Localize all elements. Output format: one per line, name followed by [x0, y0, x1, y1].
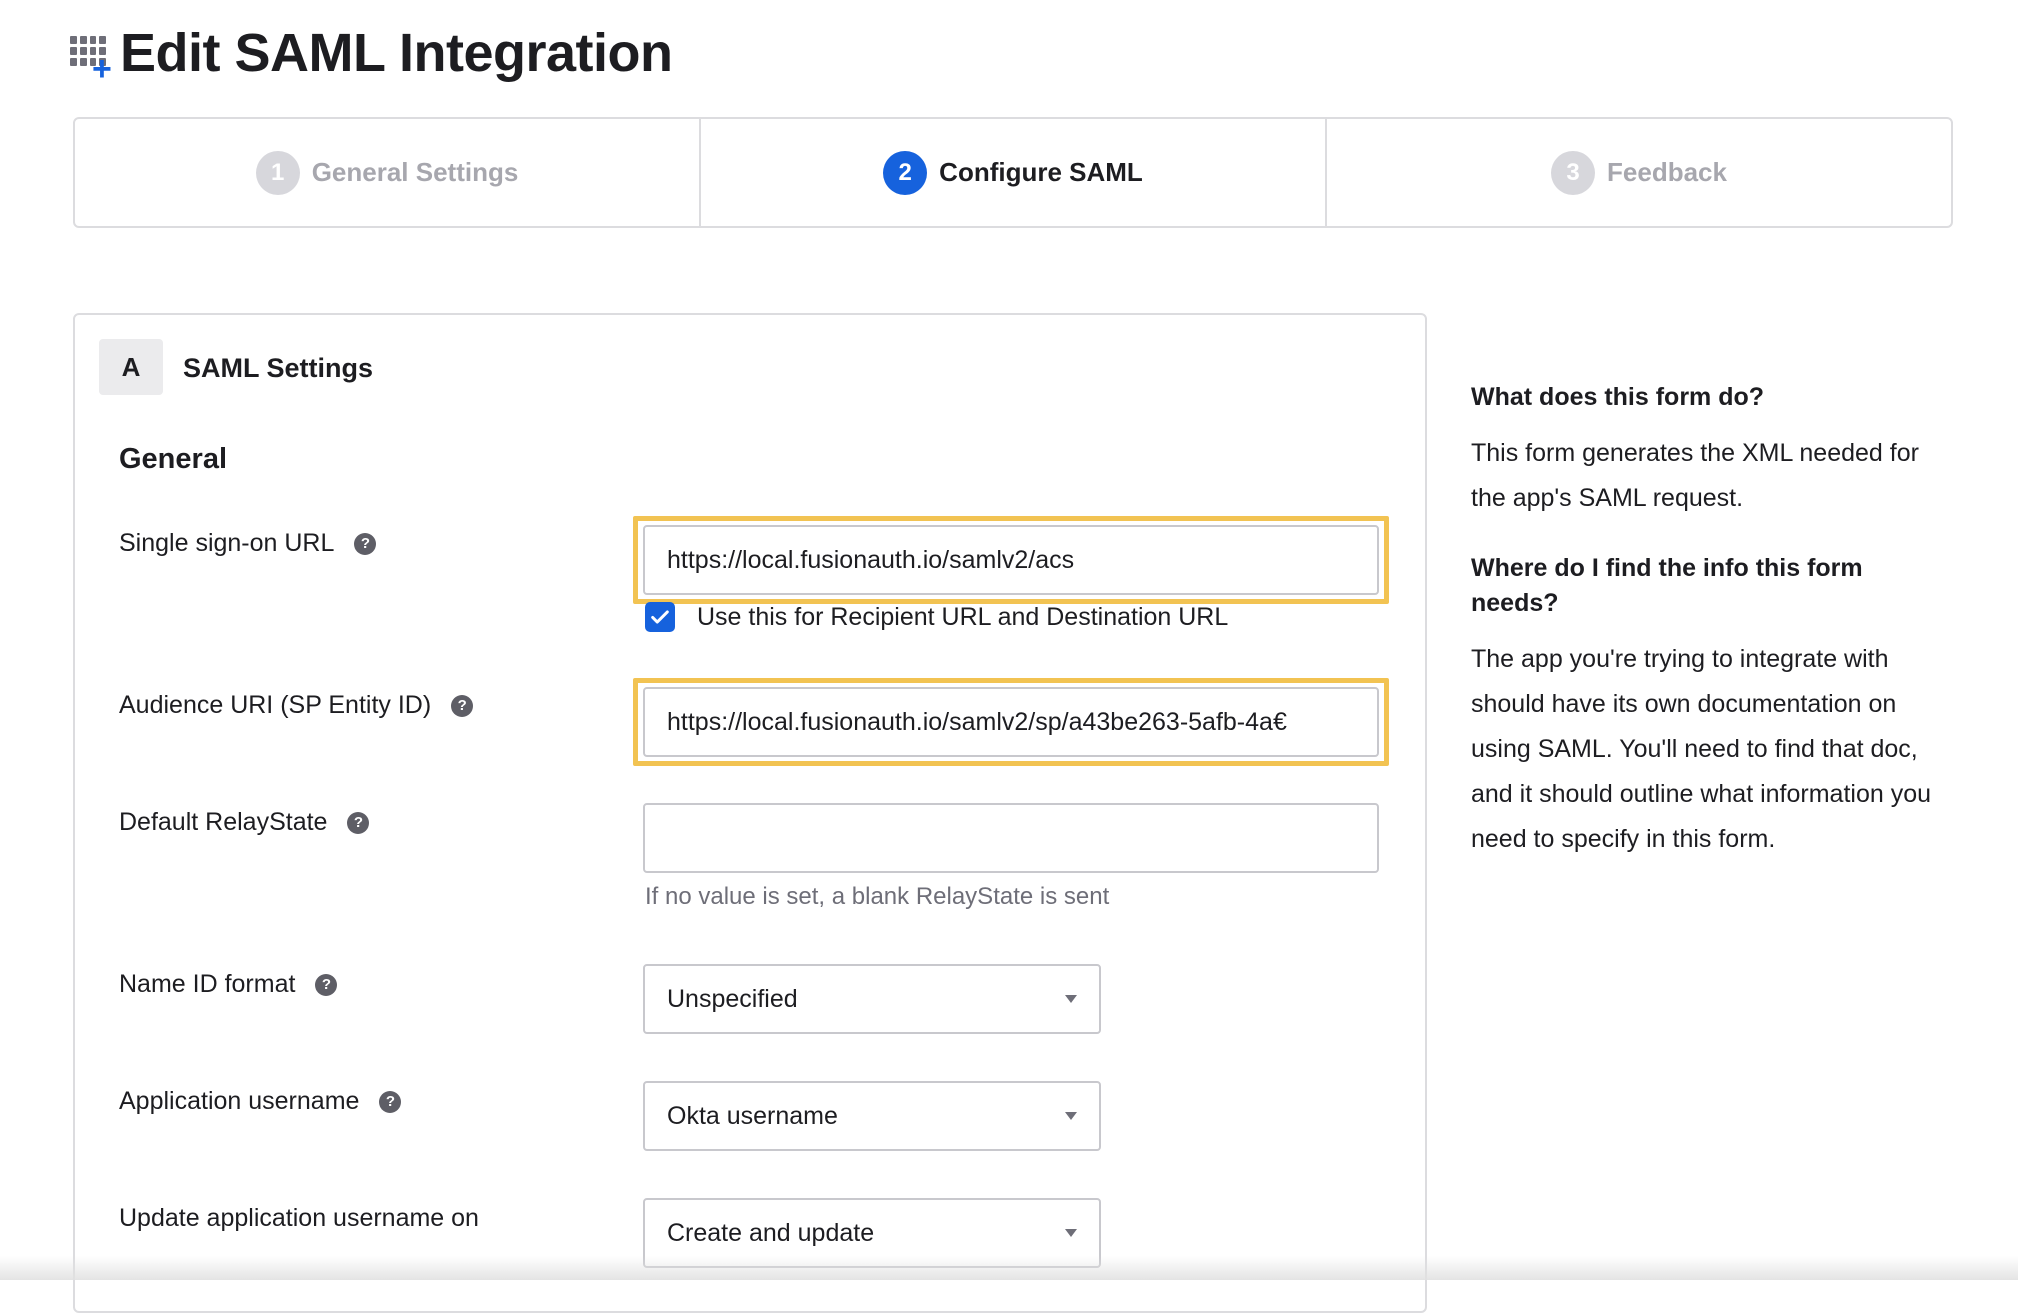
- name-id-format-select[interactable]: Unspecified: [643, 964, 1101, 1034]
- step-number: 1: [255, 150, 300, 195]
- wizard-steps: 1 General Settings 2 Configure SAML 3 Fe…: [73, 117, 1953, 228]
- help-icon[interactable]: ?: [354, 532, 377, 555]
- relay-state-input[interactable]: [643, 803, 1379, 873]
- saml-settings-card: A SAML Settings General Single sign-on U…: [73, 313, 1427, 1313]
- help-question-1: What does this form do?: [1471, 383, 1765, 411]
- audience-uri-input[interactable]: https://local.fusionauth.io/samlv2/sp/a4…: [643, 687, 1379, 757]
- help-icon[interactable]: ?: [379, 1090, 402, 1113]
- help-icon[interactable]: ?: [451, 694, 474, 717]
- chevron-down-icon: [1065, 995, 1077, 1003]
- chevron-down-icon: [1065, 1112, 1077, 1120]
- relay-state-hint: If no value is set, a blank RelayState i…: [645, 883, 1110, 910]
- step-number: 3: [1551, 150, 1596, 195]
- help-answer-1: This form generates the XML needed for t…: [1471, 439, 1919, 512]
- sso-url-label: Single sign-on URL ?: [119, 529, 377, 558]
- section-badge: A: [99, 339, 163, 395]
- name-id-format-label: Name ID format ?: [119, 970, 338, 999]
- help-question-2: Where do I find the info this form needs…: [1471, 554, 1863, 617]
- update-username-label: Update application username on: [119, 1204, 479, 1232]
- relay-state-label: Default RelayState ?: [119, 808, 370, 837]
- recipient-checkbox-row[interactable]: Use this for Recipient URL and Destinati…: [645, 602, 1228, 632]
- step-general-settings[interactable]: 1 General Settings: [75, 119, 701, 226]
- app-add-icon: +: [70, 28, 114, 86]
- help-icon[interactable]: ?: [315, 973, 338, 996]
- recipient-checkbox[interactable]: [645, 602, 675, 632]
- help-icon[interactable]: ?: [347, 811, 370, 834]
- help-sidebar: What does this form do? This form genera…: [1471, 380, 1951, 862]
- step-label: General Settings: [311, 157, 519, 187]
- step-configure-saml[interactable]: 2 Configure SAML: [701, 119, 1327, 226]
- section-title: SAML Settings: [183, 353, 374, 383]
- scroll-fade: [0, 1256, 2018, 1280]
- page-title: Edit SAML Integration: [120, 23, 673, 83]
- help-answer-2: The app you're trying to integrate with …: [1471, 645, 1932, 853]
- recipient-checkbox-label: Use this for Recipient URL and Destinati…: [697, 602, 1229, 631]
- chevron-down-icon: [1065, 1229, 1077, 1237]
- audience-uri-label: Audience URI (SP Entity ID) ?: [119, 691, 474, 720]
- page-header: + Edit SAML Integration: [70, 22, 673, 86]
- group-title: General: [119, 443, 227, 475]
- app-username-select[interactable]: Okta username: [643, 1081, 1101, 1151]
- step-feedback[interactable]: 3 Feedback: [1327, 119, 1951, 226]
- sso-url-input[interactable]: https://local.fusionauth.io/samlv2/acs: [643, 525, 1379, 595]
- step-label: Feedback: [1607, 157, 1727, 187]
- checkmark-icon: [651, 610, 669, 624]
- step-number: 2: [883, 150, 928, 195]
- app-username-label: Application username ?: [119, 1087, 402, 1116]
- step-label: Configure SAML: [939, 157, 1143, 187]
